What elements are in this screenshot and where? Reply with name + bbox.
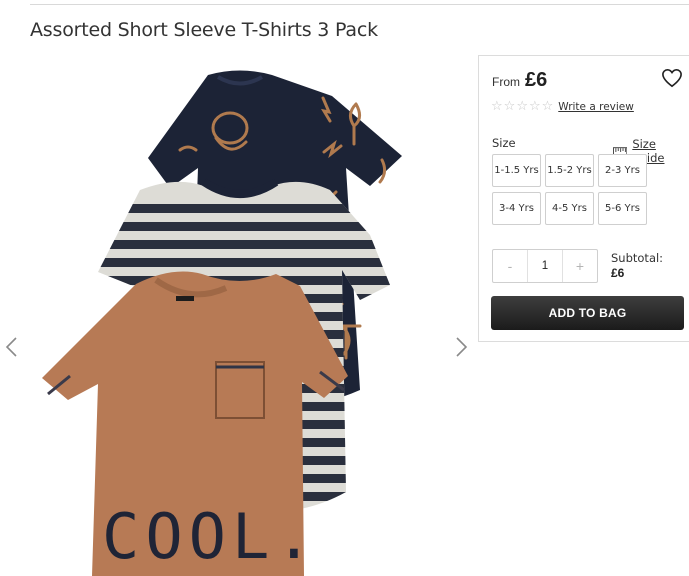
- purchase-panel: From £6 ☆ ☆ ☆ ☆ ☆ Write a review Size Si…: [478, 55, 689, 342]
- quantity-decrease-button[interactable]: -: [493, 250, 527, 282]
- size-label: Size: [492, 136, 516, 150]
- write-review-link[interactable]: Write a review: [558, 101, 634, 113]
- size-option[interactable]: 4-5 Yrs: [545, 192, 594, 225]
- size-options: 1-1.5 Yrs 1.5-2 Yrs 2-3 Yrs 3-4 Yrs 4-5 …: [492, 154, 652, 225]
- heart-icon[interactable]: [661, 68, 683, 88]
- quantity-stepper: - 1 +: [492, 249, 598, 283]
- size-option[interactable]: 5-6 Yrs: [598, 192, 647, 225]
- star-outline-icon: ☆: [516, 99, 528, 114]
- product-title: Assorted Short Sleeve T-Shirts 3 Pack: [30, 19, 378, 41]
- chevron-left-icon[interactable]: [4, 336, 20, 358]
- product-gallery: COOL.: [0, 55, 470, 576]
- star-outline-icon: ☆: [491, 99, 503, 114]
- top-divider: [30, 4, 689, 5]
- add-to-bag-button[interactable]: ADD TO BAG: [491, 296, 684, 330]
- rating-row: ☆ ☆ ☆ ☆ ☆ Write a review: [491, 100, 634, 113]
- subtotal-value: £6: [611, 266, 625, 280]
- subtotal-label: Subtotal:: [611, 251, 664, 265]
- subtotal: Subtotal: £6: [611, 251, 663, 280]
- size-option[interactable]: 1-1.5 Yrs: [492, 154, 541, 187]
- star-outline-icon: ☆: [528, 99, 541, 114]
- from-label: From: [492, 75, 520, 89]
- price: £6: [525, 69, 548, 91]
- product-image[interactable]: COOL.: [40, 60, 420, 576]
- quantity-input[interactable]: 1: [527, 250, 563, 282]
- size-option[interactable]: 2-3 Yrs: [598, 154, 647, 187]
- star-outline-icon: ☆: [541, 99, 554, 114]
- price-row: From £6: [492, 69, 547, 92]
- tan-tshirt: COOL.: [42, 271, 348, 576]
- size-option[interactable]: 1.5-2 Yrs: [545, 154, 594, 187]
- size-option[interactable]: 3-4 Yrs: [492, 192, 541, 225]
- star-rating: ☆ ☆ ☆ ☆ ☆: [491, 100, 554, 113]
- cool-print-text: COOL.: [102, 500, 319, 573]
- quantity-increase-button[interactable]: +: [563, 250, 597, 282]
- chevron-right-icon[interactable]: [453, 336, 469, 358]
- star-outline-icon: ☆: [503, 99, 516, 114]
